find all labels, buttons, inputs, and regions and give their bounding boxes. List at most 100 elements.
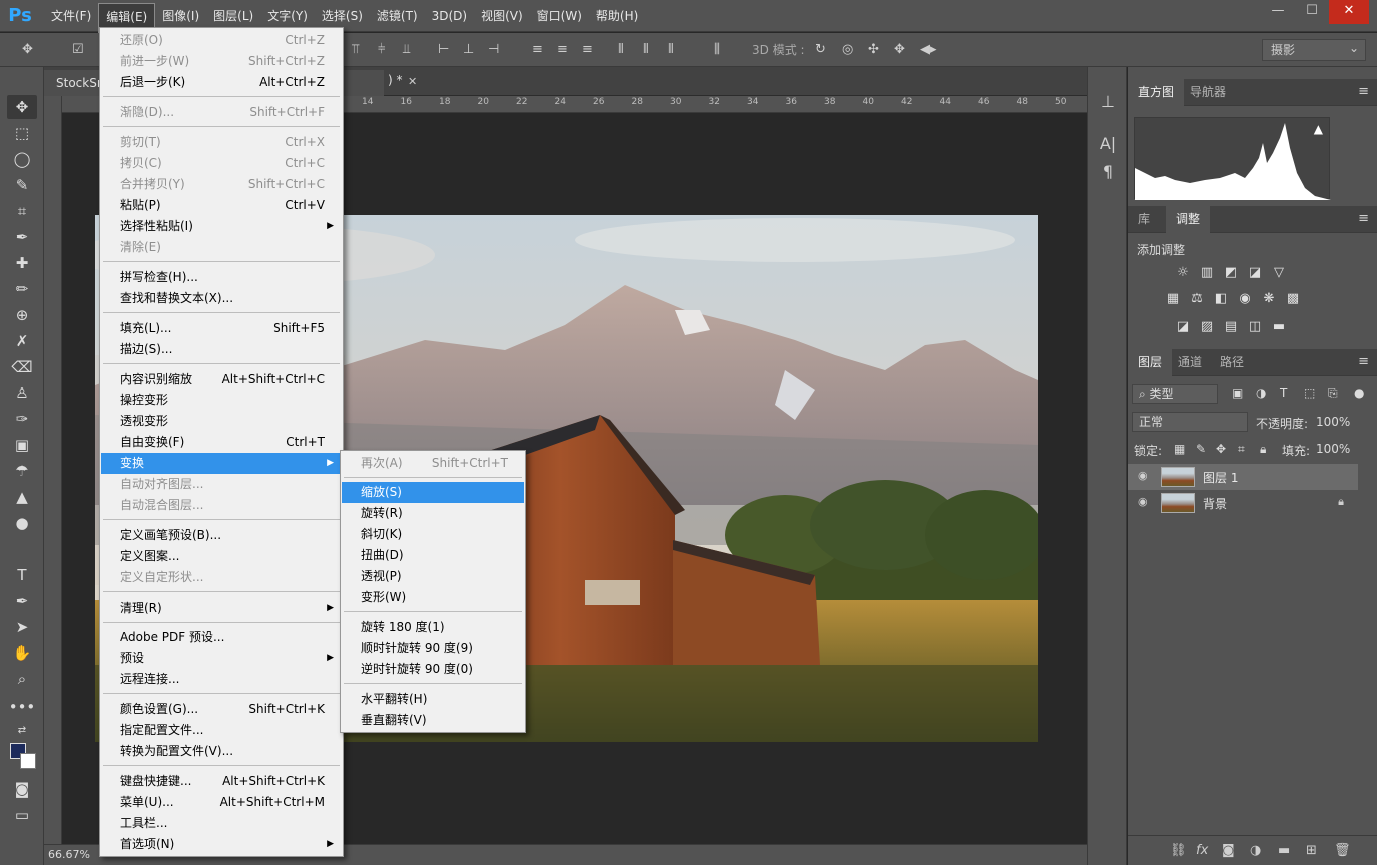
menu-item-auto-align-layers[interactable]: 自动对齐图层... [101,474,342,495]
vibrance-icon[interactable]: ▽ [1269,263,1289,283]
move-tool-icon[interactable]: ✥ [7,95,37,119]
path-select-tool-icon[interactable]: ➤ [7,615,37,639]
menu-item-stroke[interactable]: 描边(S)... [101,339,342,360]
tab-channels[interactable]: 通道 [1168,349,1212,376]
menu-item-perspective-warp[interactable]: 透视变形 [101,411,342,432]
menu-item-keyboard-shortcuts[interactable]: 键盘快捷键... Alt+Shift+Ctrl+K [101,771,342,792]
new-layer-icon[interactable]: ⊞ [1306,843,1317,858]
levels-icon[interactable]: ▥ [1197,263,1217,283]
menu-item-paste[interactable]: 粘贴(P) Ctrl+V [101,195,342,216]
tab-libraries[interactable]: 库 [1128,206,1160,233]
menu-item-paste-special[interactable]: 选择性粘贴(I) ▶ [101,216,342,237]
tab-adjustments[interactable]: 调整 [1166,206,1211,233]
gradient-tool-icon[interactable]: ▣ [7,433,37,457]
menu-item-rotate-90-ccw[interactable]: 逆时针旋转 90 度(0) [342,659,524,680]
maximize-button[interactable]: ☐ [1295,0,1329,24]
paragraph-panel-icon[interactable]: ¶ [1097,161,1119,183]
menu-item-purge[interactable]: 清理(R) ▶ [101,598,342,619]
filter-pixel-icon[interactable]: ▣ [1232,386,1243,400]
tab-paths[interactable]: 路径 [1210,349,1254,376]
channel-mixer-icon[interactable]: ❋ [1259,289,1279,309]
menu-item-perspective[interactable]: 透视(P) [342,566,524,587]
menu-item-copy-merged[interactable]: 合并拷贝(Y) Shift+Ctrl+C [101,174,342,195]
zoom-tool-icon[interactable]: ⌕ [7,667,37,691]
menu-item-step-forward[interactable]: 前进一步(W) Shift+Ctrl+Z [101,51,342,72]
menu-item-free-transform[interactable]: 自由变换(F) Ctrl+T [101,432,342,453]
layer-row[interactable]: ◉ 图层 1 [1128,464,1358,490]
menu-filter[interactable]: 滤镜(T) [370,0,425,32]
delete-layer-icon[interactable]: 🗑︎ [1334,843,1351,858]
menu-3d[interactable]: 3D(D) [425,0,474,32]
align-right-icon[interactable]: ⊣ [488,40,499,60]
menu-item-puppet-warp[interactable]: 操控变形 [101,390,342,411]
lock-position-icon[interactable]: ✥ [1216,442,1226,456]
blend-mode-select[interactable]: 正常 [1132,412,1248,432]
menu-item-content-aware-scale[interactable]: 内容识别缩放 Alt+Shift+Ctrl+C [101,369,342,390]
menu-item-preferences[interactable]: 首选项(N) ▶ [101,834,342,855]
photo-filter-icon[interactable]: ◉ [1235,289,1255,309]
3d-scale-icon[interactable]: ◀▸ [920,40,937,60]
align-hcenter-icon[interactable]: ⊥ [463,40,474,60]
menu-item-check-spelling[interactable]: 拼写检查(H)... [101,267,342,288]
healing-brush-tool-icon[interactable]: ✚ [7,251,37,275]
filter-shape-icon[interactable]: ⬚ [1304,386,1315,400]
align-vcenter-icon[interactable]: ⫩ [378,40,385,60]
pen-tool-icon[interactable]: ✒ [7,589,37,613]
curves-icon[interactable]: ◩ [1221,263,1241,283]
align-left-icon[interactable]: ⊢ [438,40,449,60]
eyedropper-tool-icon[interactable]: ✒ [7,225,37,249]
layer-filter-kind[interactable]: ⌕ 类型 [1132,384,1218,404]
menu-item-fade[interactable]: 渐隐(D)... Shift+Ctrl+F [101,102,342,123]
brush-tool-icon[interactable]: ✏ [7,277,37,301]
hand-tool-icon[interactable]: ✋ [7,641,37,665]
tab-layers[interactable]: 图层 [1128,349,1173,376]
link-layers-icon[interactable]: ⛓ [1170,843,1187,858]
visibility-eye-icon[interactable]: ◉ [1138,468,1154,484]
auto-align-icon[interactable]: ⫼ [714,40,720,60]
menu-window[interactable]: 窗口(W) [530,0,589,32]
posterize-icon[interactable]: ▨ [1197,317,1217,337]
lasso-tool-icon[interactable]: ◯ [7,147,37,171]
align-top-icon[interactable]: ⫪ [352,40,359,60]
3d-slide-icon[interactable]: ✥ [894,40,905,60]
spot-heal-tool-icon[interactable]: ✑ [7,407,37,431]
clone-stamp-tool-icon[interactable]: ⊕ [7,303,37,327]
new-adjustment-icon[interactable]: ◑ [1250,843,1261,858]
menu-item-rotate-180[interactable]: 旋转 180 度(1) [342,617,524,638]
menu-item-color-settings[interactable]: 颜色设置(G)... Shift+Ctrl+K [101,699,342,720]
menu-item-skew[interactable]: 斜切(K) [342,524,524,545]
filter-smart-icon[interactable]: ⎘ [1328,386,1338,401]
menu-item-convert-profile[interactable]: 转换为配置文件(V)... [101,741,342,762]
eraser-tool-icon[interactable]: ⌫ [7,355,37,379]
color-lookup-icon[interactable]: ▩ [1283,289,1303,309]
smudge-tool-icon[interactable]: ☂ [7,459,37,483]
menu-item-distort[interactable]: 扭曲(D) [342,545,524,566]
menu-item-rotate-90-cw[interactable]: 顺时针旋转 90 度(9) [342,638,524,659]
menu-item-warp[interactable]: 变形(W) [342,587,524,608]
menu-item-transform[interactable]: 变换 ▶ [101,453,342,474]
filter-type-icon[interactable]: T [1280,386,1287,400]
invert-icon[interactable]: ◪ [1173,317,1193,337]
menu-item-fill[interactable]: 填充(L)... Shift+F5 [101,318,342,339]
distribute-bottom-icon[interactable]: ≡ [582,40,593,60]
menu-item-presets[interactable]: 预设 ▶ [101,648,342,669]
stamp-tool-icon[interactable]: ♙ [7,381,37,405]
brightness-icon[interactable]: ☼ [1173,263,1193,283]
distribute-hcenter-icon[interactable]: ⦀ [643,40,649,60]
dodge-tool-icon[interactable]: ● [7,511,37,535]
tab-histogram[interactable]: 直方图 [1128,79,1185,106]
menu-item-flip-horizontal[interactable]: 水平翻转(H) [342,689,524,710]
lock-artboard-icon[interactable]: ⌗ [1238,442,1245,457]
menu-item-define-brush[interactable]: 定义画笔预设(B)... [101,525,342,546]
close-button[interactable]: ✕ [1329,0,1369,24]
opacity-value[interactable]: 100% [1316,415,1350,429]
marquee-tool-icon[interactable]: ⬚ [7,121,37,145]
color-balance-icon[interactable]: ⚖ [1187,289,1207,309]
menu-item-remote-connections[interactable]: 远程连接... [101,669,342,690]
quick-select-tool-icon[interactable]: ✎ [7,173,37,197]
tab-navigator[interactable]: 导航器 [1180,79,1236,106]
exposure-icon[interactable]: ◪ [1245,263,1265,283]
panel-menu-icon[interactable]: ≡ [1358,211,1369,226]
menu-item-auto-blend-layers[interactable]: 自动混合图层... [101,495,342,516]
move-tool-icon[interactable]: ✥ [22,40,33,60]
